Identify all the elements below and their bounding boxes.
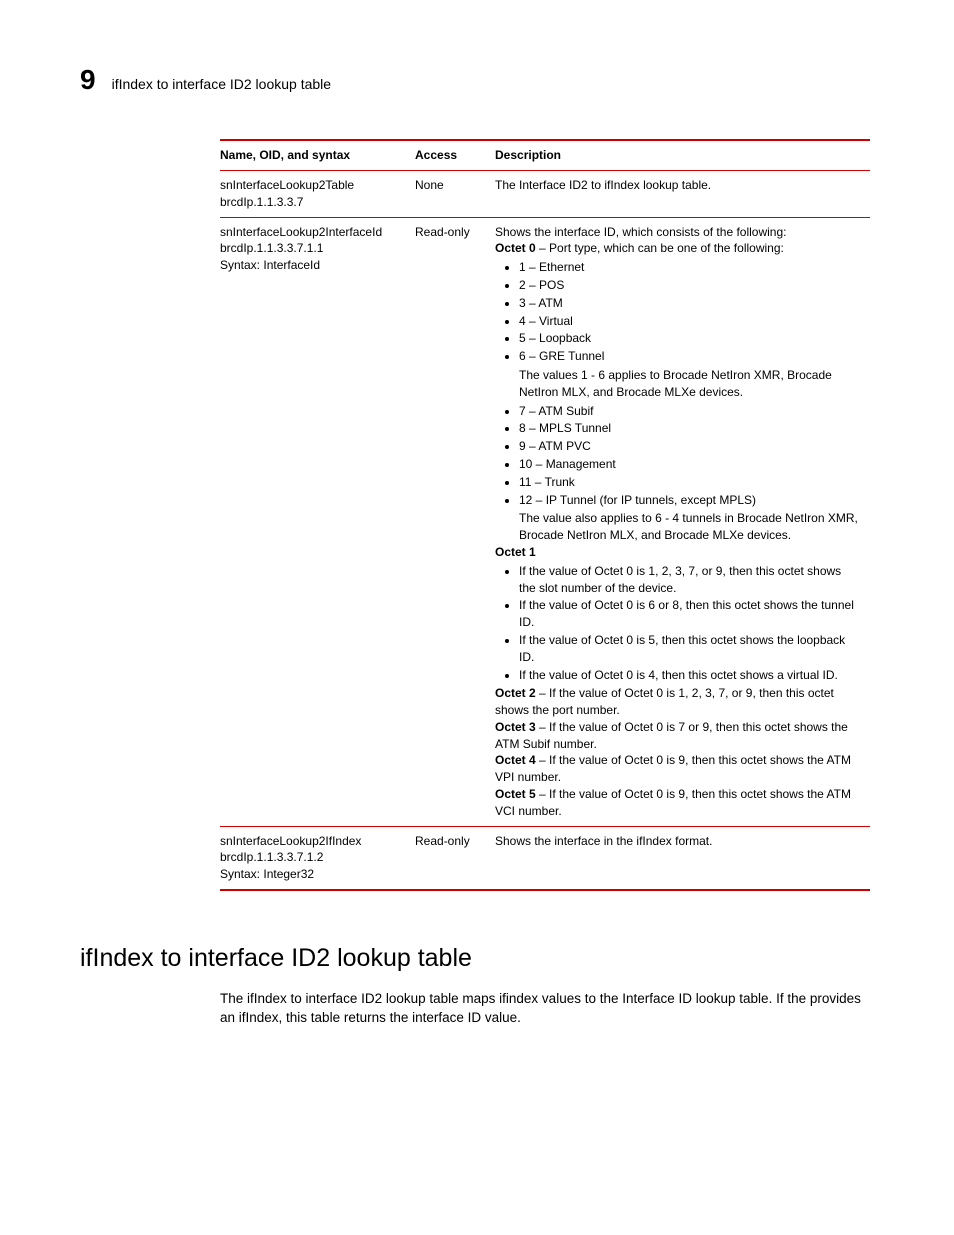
octet4-text: – If the value of Octet 0 is 9, then thi…: [495, 753, 851, 784]
list-item: 5 – Loopback: [519, 330, 860, 347]
oid-path: brcdIp.1.1.3.3.7: [220, 194, 405, 211]
col-header-desc: Description: [495, 140, 870, 170]
list-item: 3 – ATM: [519, 295, 860, 312]
oid-path: brcdIp.1.1.3.3.7.1.2: [220, 849, 405, 866]
table-row: snInterfaceLookup2IfIndex brcdIp.1.1.3.3…: [220, 826, 870, 890]
oid-name: snInterfaceLookup2InterfaceId: [220, 224, 405, 241]
octet5-label: Octet 5: [495, 787, 536, 801]
octet0-note: The values 1 - 6 applies to Brocade NetI…: [519, 367, 860, 401]
section-heading: ifIndex to interface ID2 lookup table: [80, 941, 874, 976]
list-item: 1 – Ethernet: [519, 259, 860, 276]
cell-access: Read-only: [415, 826, 495, 890]
list-item: If the value of Octet 0 is 6 or 8, then …: [519, 597, 860, 631]
section-body: The ifIndex to interface ID2 lookup tabl…: [220, 990, 874, 1028]
list-item: If the value of Octet 0 is 1, 2, 3, 7, o…: [519, 563, 860, 597]
cell-name: snInterfaceLookup2IfIndex brcdIp.1.1.3.3…: [220, 826, 415, 890]
octet1-label: Octet 1: [495, 545, 536, 559]
octet2-label: Octet 2: [495, 686, 536, 700]
list-item: 6 – GRE Tunnel: [519, 348, 860, 365]
list-item: 10 – Management: [519, 456, 860, 473]
octet0-note2: The value also applies to 6 - 4 tunnels …: [519, 510, 860, 544]
chapter-number: 9: [80, 60, 96, 99]
cell-desc: Shows the interface ID, which consists o…: [495, 217, 870, 826]
oid-name: snInterfaceLookup2Table: [220, 177, 405, 194]
cell-access: Read-only: [415, 217, 495, 826]
list-item: If the value of Octet 0 is 5, then this …: [519, 632, 860, 666]
octet2-text: – If the value of Octet 0 is 1, 2, 3, 7,…: [495, 686, 834, 717]
octet3-text: – If the value of Octet 0 is 7 or 9, the…: [495, 720, 848, 751]
oid-syntax: Syntax: InterfaceId: [220, 257, 405, 274]
list-item: 2 – POS: [519, 277, 860, 294]
octet0-intro: – Port type, which can be one of the fol…: [536, 241, 784, 255]
cell-desc: The Interface ID2 to ifIndex lookup tabl…: [495, 170, 870, 217]
oid-name: snInterfaceLookup2IfIndex: [220, 833, 405, 850]
octet0-list: 1 – Ethernet 2 – POS 3 – ATM 4 – Virtual…: [519, 259, 860, 365]
col-header-access: Access: [415, 140, 495, 170]
octet0-list2: 7 – ATM Subif 8 – MPLS Tunnel 9 – ATM PV…: [519, 403, 860, 509]
cell-name: snInterfaceLookup2InterfaceId brcdIp.1.1…: [220, 217, 415, 826]
cell-desc: Shows the interface in the ifIndex forma…: [495, 826, 870, 890]
list-item: 8 – MPLS Tunnel: [519, 420, 860, 437]
oid-syntax: Syntax: Integer32: [220, 866, 405, 883]
table-row: snInterfaceLookup2InterfaceId brcdIp.1.1…: [220, 217, 870, 826]
octet4-label: Octet 4: [495, 753, 536, 767]
octet1-list: If the value of Octet 0 is 1, 2, 3, 7, o…: [519, 563, 860, 684]
cell-access: None: [415, 170, 495, 217]
list-item: 7 – ATM Subif: [519, 403, 860, 420]
octet0-label: Octet 0: [495, 241, 536, 255]
list-item: 4 – Virtual: [519, 313, 860, 330]
list-item: 12 – IP Tunnel (for IP tunnels, except M…: [519, 492, 860, 509]
table-row: snInterfaceLookup2Table brcdIp.1.1.3.3.7…: [220, 170, 870, 217]
page-header: 9 ifIndex to interface ID2 lookup table: [80, 60, 874, 99]
oid-path: brcdIp.1.1.3.3.7.1.1: [220, 240, 405, 257]
desc-intro: Shows the interface ID, which consists o…: [495, 224, 860, 241]
octet3-label: Octet 3: [495, 720, 536, 734]
list-item: 9 – ATM PVC: [519, 438, 860, 455]
list-item: If the value of Octet 0 is 4, then this …: [519, 667, 860, 684]
mib-table: Name, OID, and syntax Access Description…: [220, 139, 870, 891]
octet5-text: – If the value of Octet 0 is 9, then thi…: [495, 787, 851, 818]
col-header-name: Name, OID, and syntax: [220, 140, 415, 170]
running-title: ifIndex to interface ID2 lookup table: [112, 75, 331, 95]
list-item: 11 – Trunk: [519, 474, 860, 491]
cell-name: snInterfaceLookup2Table brcdIp.1.1.3.3.7: [220, 170, 415, 217]
